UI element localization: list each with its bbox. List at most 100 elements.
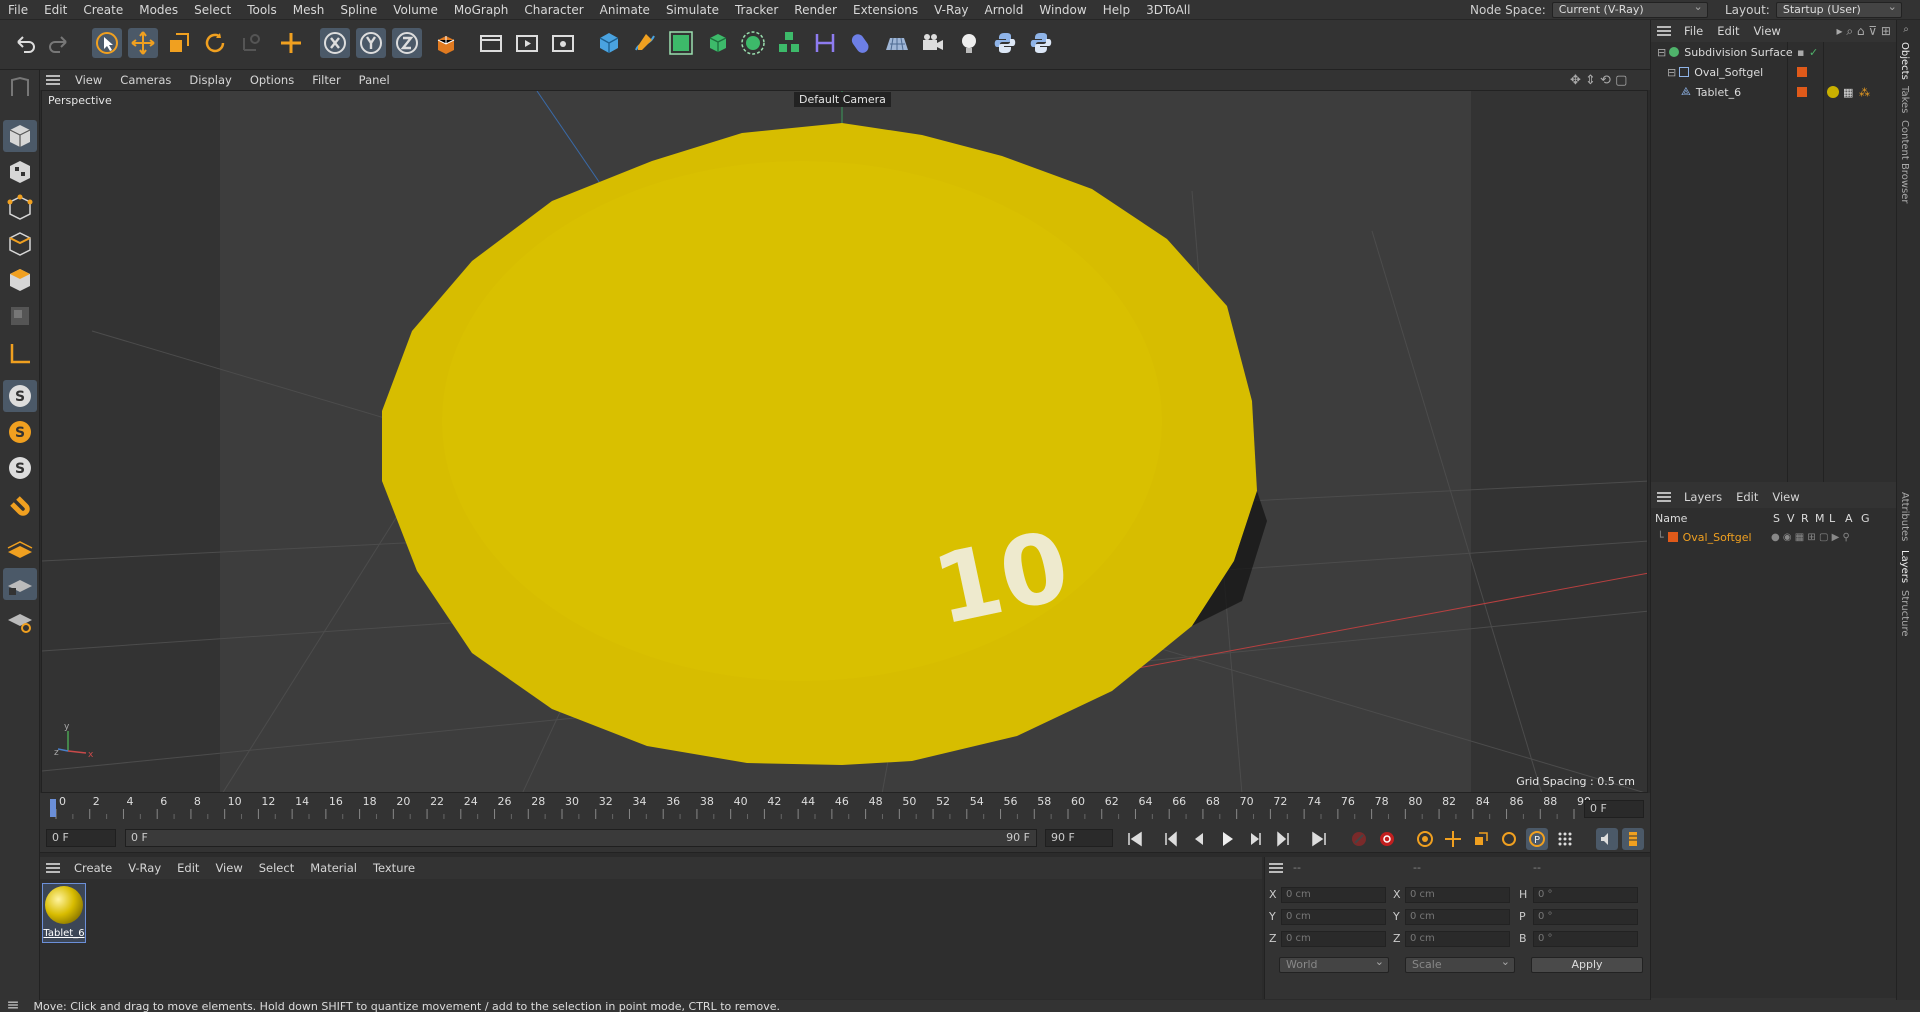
material-tag-icon[interactable]: [1827, 86, 1839, 98]
menu-window[interactable]: Window: [1031, 0, 1094, 20]
rotation-h-field[interactable]: 0 °: [1533, 887, 1638, 903]
recent-tool-button[interactable]: [236, 28, 266, 58]
floor-button[interactable]: [882, 28, 912, 58]
menu-vray[interactable]: V-Ray: [926, 0, 976, 20]
layers-menu-view[interactable]: View: [1765, 490, 1806, 504]
objects-search-icons[interactable]: ▸ ⌕ ⌂ ⊽ ⊞: [1837, 24, 1891, 39]
python-script-button[interactable]: [990, 28, 1020, 58]
redo-button[interactable]: [44, 28, 74, 58]
record-active-button[interactable]: [1348, 828, 1370, 850]
material-menu-view[interactable]: View: [207, 861, 250, 875]
key-scale-button[interactable]: [1470, 828, 1492, 850]
planar-workplane-button[interactable]: [3, 604, 37, 636]
previous-frame-button[interactable]: [1188, 828, 1210, 850]
menu-volume[interactable]: Volume: [385, 0, 446, 20]
start-frame-field[interactable]: 0 F: [46, 829, 116, 847]
previous-key-button[interactable]: [1160, 828, 1182, 850]
key-parameter-button[interactable]: P: [1526, 828, 1548, 850]
edit-render-toggle-icon[interactable]: ▪: [1797, 46, 1804, 59]
camera-button[interactable]: [918, 28, 948, 58]
next-frame-button[interactable]: [1244, 828, 1266, 850]
render-settings-button[interactable]: [548, 28, 578, 58]
status-hamburger-icon[interactable]: [8, 1001, 18, 1009]
timeline-settings-button[interactable]: [1596, 828, 1618, 850]
coords-hamburger-icon[interactable]: [1269, 863, 1283, 873]
menu-3dtoall[interactable]: 3DToAll: [1138, 0, 1198, 20]
deformer-button[interactable]: [810, 28, 840, 58]
vray-tag-icon[interactable]: ⁂: [1859, 86, 1870, 99]
rotate-tool-button[interactable]: [200, 28, 230, 58]
layer-flag-icons[interactable]: ● ◉ ▦ ⊞ ▢ ▶ ⚲: [1771, 532, 1850, 543]
key-pla-button[interactable]: [1554, 828, 1576, 850]
frame-range-slider[interactable]: 0 F 90 F: [125, 829, 1037, 847]
snap-toggle-button[interactable]: S: [3, 380, 37, 412]
enabled-check-icon[interactable]: ✓: [1809, 46, 1818, 59]
menu-arnold[interactable]: Arnold: [977, 0, 1032, 20]
apply-button[interactable]: Apply: [1531, 957, 1643, 973]
subdivision-surface-button[interactable]: [666, 28, 696, 58]
material-swatch-tablet-6[interactable]: Tablet_6: [42, 883, 86, 943]
side-search-icon[interactable]: ⌕: [1899, 24, 1911, 34]
viewport-menu-display[interactable]: Display: [180, 73, 240, 87]
layers-menu-layers[interactable]: Layers: [1677, 490, 1729, 504]
menu-spline[interactable]: Spline: [332, 0, 385, 20]
objects-menu-edit[interactable]: Edit: [1710, 24, 1746, 38]
snap-settings-button[interactable]: S: [3, 416, 37, 448]
size-x-field[interactable]: 0 cm: [1405, 887, 1510, 903]
tab-objects[interactable]: Objects: [1899, 42, 1910, 80]
size-z-field[interactable]: 0 cm: [1405, 931, 1510, 947]
locked-workplane-button[interactable]: [3, 568, 37, 600]
position-z-field[interactable]: 0 cm: [1281, 931, 1386, 947]
extrude-button[interactable]: [702, 28, 732, 58]
menu-character[interactable]: Character: [516, 0, 591, 20]
x-axis-lock-button[interactable]: [320, 28, 350, 58]
coordinate-system-button[interactable]: [432, 28, 462, 58]
current-frame-field[interactable]: 0 F: [1584, 800, 1644, 818]
pen-spline-button[interactable]: [630, 28, 660, 58]
menu-simulate[interactable]: Simulate: [658, 0, 727, 20]
coord-space-dropdown[interactable]: World: [1279, 955, 1389, 973]
scale-tool-button[interactable]: [164, 28, 194, 58]
layer-color-icon[interactable]: [1797, 67, 1807, 77]
axis-mode-button[interactable]: [3, 338, 37, 370]
timeline-layout-button[interactable]: [1622, 828, 1644, 850]
undo-button[interactable]: [10, 28, 40, 58]
material-menu-material[interactable]: Material: [302, 861, 365, 875]
z-axis-lock-button[interactable]: [392, 28, 422, 58]
point-mode-button[interactable]: [3, 192, 37, 224]
uv-mode-button[interactable]: [3, 300, 37, 332]
go-to-end-button[interactable]: [1308, 828, 1330, 850]
menu-file[interactable]: File: [0, 0, 36, 20]
menu-animate[interactable]: Animate: [592, 0, 658, 20]
menu-help[interactable]: Help: [1095, 0, 1138, 20]
layer-row-oval-softgel[interactable]: └ Oval_Softgel ● ◉ ▦ ⊞ ▢ ▶ ⚲: [1657, 528, 1897, 546]
tab-layers[interactable]: Layers: [1899, 550, 1910, 583]
light-button[interactable]: [954, 28, 984, 58]
menu-mograph[interactable]: MoGraph: [446, 0, 517, 20]
layout-dropdown[interactable]: Startup (User): [1775, 0, 1902, 18]
layers-hamburger-icon[interactable]: [1657, 492, 1671, 502]
viewport-menu-panel[interactable]: Panel: [350, 73, 399, 87]
viewport-hamburger-icon[interactable]: [46, 75, 60, 85]
layer-color-icon[interactable]: [1797, 87, 1807, 97]
menu-render[interactable]: Render: [786, 0, 845, 20]
checker-tag-icon[interactable]: ▦: [1843, 86, 1853, 99]
objects-hamburger-icon[interactable]: [1657, 26, 1671, 36]
material-hamburger-icon[interactable]: [46, 863, 60, 873]
material-menu-texture[interactable]: Texture: [365, 861, 423, 875]
python-console-button[interactable]: [1026, 28, 1056, 58]
objects-menu-file[interactable]: File: [1677, 24, 1710, 38]
edge-mode-button[interactable]: [3, 228, 37, 260]
viewport-menu-cameras[interactable]: Cameras: [111, 73, 180, 87]
material-menu-select[interactable]: Select: [251, 861, 302, 875]
menu-select[interactable]: Select: [186, 0, 239, 20]
workplane-snap-button[interactable]: S: [3, 452, 37, 484]
mograph-cloner-button[interactable]: [774, 28, 804, 58]
cloner-button[interactable]: [738, 28, 768, 58]
key-position-button[interactable]: [1442, 828, 1464, 850]
keyframe-selection-button[interactable]: [1414, 828, 1436, 850]
object-row-oval-softgel[interactable]: ⊟ Oval_Softgel: [1667, 63, 1807, 81]
cube-primitive-button[interactable]: [594, 28, 624, 58]
timeline-ruler[interactable]: 0 2 4 6 8 10 12 14 16 18 20 22 24 26 28 30 32 34 36 38 40 42 4…: [40, 793, 1650, 823]
viewport-menu-options[interactable]: Options: [241, 73, 303, 87]
